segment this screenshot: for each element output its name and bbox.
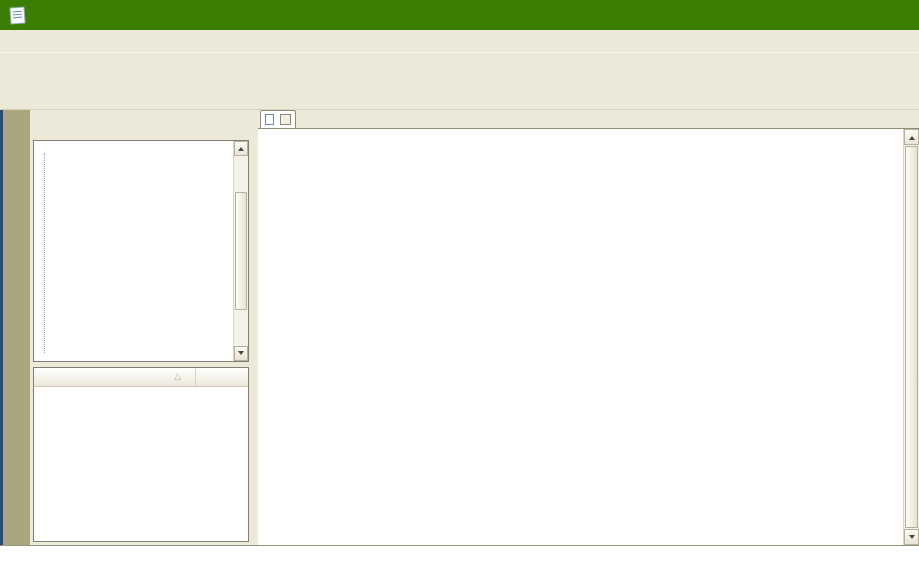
title-bar [0, 0, 919, 30]
editor-scrollbar[interactable] [903, 129, 919, 545]
arrow-down-icon [238, 351, 244, 358]
arrow-down-icon [908, 534, 915, 542]
file-list-header: △ [34, 368, 248, 387]
file-list-box: △ [33, 367, 249, 542]
tree-scroll-up-button[interactable] [234, 141, 248, 156]
maximize-button[interactable] [827, 0, 873, 30]
close-button[interactable] [873, 0, 919, 30]
sidebar-tab-strip [0, 110, 30, 545]
main-content: △ [0, 110, 919, 545]
editor-area [258, 110, 919, 545]
menu-bar [0, 30, 919, 52]
tree-scrollbar[interactable] [233, 141, 248, 361]
arrow-up-icon [908, 133, 915, 140]
column-header-name[interactable]: △ [34, 368, 196, 386]
arrow-up-icon [238, 144, 244, 151]
folder-tree-box [33, 140, 249, 362]
app-window: △ [0, 0, 919, 546]
explorer-toolbar [30, 110, 252, 140]
app-icon [9, 5, 26, 25]
column-header-type[interactable] [196, 368, 248, 386]
tree-scroll-down-button[interactable] [234, 346, 248, 361]
editor-scroll-down-button[interactable] [904, 529, 919, 545]
explorer-panel: △ [30, 110, 252, 545]
toolbar-secondary [0, 82, 919, 110]
window-controls [781, 0, 919, 30]
editor-scrollbar-thumb[interactable] [905, 146, 918, 528]
editor-tab-untitled-1[interactable] [260, 110, 296, 128]
code-area[interactable] [258, 129, 919, 545]
folder-tree[interactable] [34, 141, 233, 361]
code-lines [258, 129, 903, 545]
minimize-button[interactable] [781, 0, 827, 30]
tab-close-icon[interactable] [280, 113, 291, 125]
editor-scroll-up-button[interactable] [904, 129, 919, 145]
sort-indicator-icon: △ [174, 371, 181, 381]
document-icon [265, 113, 274, 125]
toolbar-main [0, 52, 919, 82]
editor-tab-bar [258, 110, 919, 129]
tree-scrollbar-thumb[interactable] [235, 192, 247, 310]
